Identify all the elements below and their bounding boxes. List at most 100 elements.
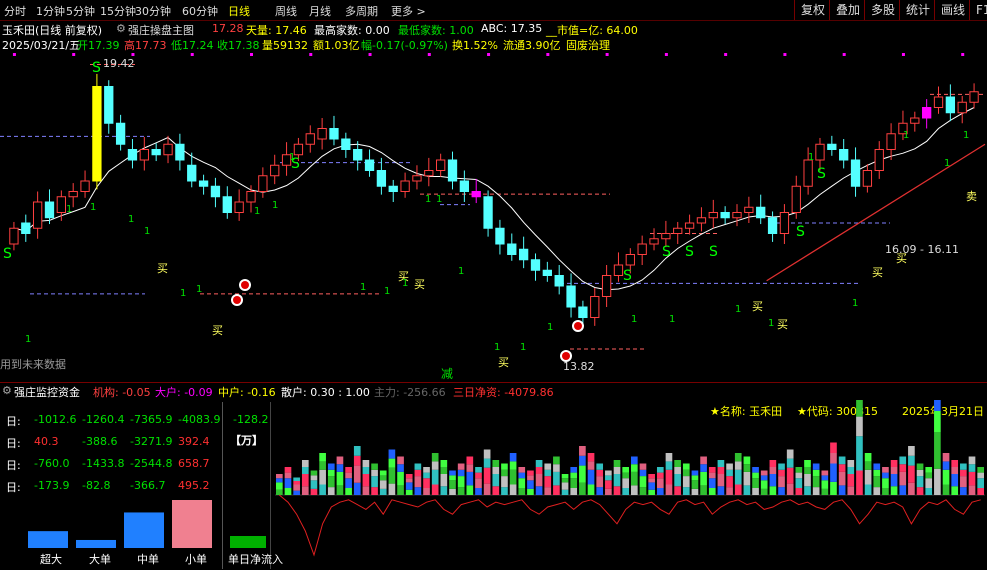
flow-stack xyxy=(440,467,448,474)
flow-stack xyxy=(509,469,517,485)
f10-button[interactable]: F10 xyxy=(969,0,987,20)
flow-stack xyxy=(830,463,837,482)
tianliang-value: 天量: 17.46 xyxy=(246,24,307,37)
flow-bar xyxy=(76,539,116,548)
flow-stack xyxy=(648,489,655,495)
flow-stack xyxy=(856,400,863,417)
buy-circle-inner xyxy=(562,352,570,360)
candle-body xyxy=(910,117,920,124)
flow-stack xyxy=(613,474,621,487)
flow-stack xyxy=(795,478,803,488)
flow-stack xyxy=(977,472,984,479)
candle-body xyxy=(400,180,410,192)
flow-stack xyxy=(475,467,482,473)
count-mark: 1 xyxy=(144,226,150,237)
flow-stack xyxy=(977,488,984,495)
candle-body xyxy=(187,164,197,182)
flow-stack xyxy=(717,486,725,495)
flow-stack xyxy=(353,446,361,456)
flow-stack xyxy=(449,475,456,481)
candlestick-chart[interactable]: 19.4213.8216.09 - 16.11减SSSSSS S SS买买买买买买买… xyxy=(0,50,987,380)
flow-stack xyxy=(882,467,889,473)
period-tab-4[interactable]: 30分钟 xyxy=(135,3,171,19)
candle-body xyxy=(198,180,209,187)
candle-body xyxy=(696,217,707,224)
count-mark: 1 xyxy=(25,334,31,345)
count-mark: 1 xyxy=(66,204,72,215)
flow-stack xyxy=(405,474,413,479)
flow-stack xyxy=(492,474,500,487)
indicator-name[interactable]: 强庄操盘主图 xyxy=(128,22,194,38)
buy-mark: 买 xyxy=(414,278,425,291)
flow-stack xyxy=(544,487,552,495)
flow-stack xyxy=(587,484,595,495)
flow-stack xyxy=(353,465,361,483)
period-tab-2[interactable]: 5分钟 xyxy=(66,3,95,19)
period-tab-1[interactable]: 1分钟 xyxy=(36,3,65,19)
flow-stack xyxy=(968,485,976,495)
indicator-gear-icon[interactable]: ⚙ xyxy=(116,22,126,35)
flow-stack xyxy=(847,474,855,487)
flow-stack xyxy=(449,488,456,495)
stock-title[interactable]: 玉禾田(日线 前复权) xyxy=(2,22,102,38)
flow-stack xyxy=(925,478,933,488)
period-tab-0[interactable]: 分时 xyxy=(4,3,26,19)
period-tab-5[interactable]: 60分钟 xyxy=(182,3,218,19)
sub-indicator-name[interactable]: 强庄监控资金 xyxy=(14,384,80,400)
candle-body xyxy=(222,196,232,213)
period-tab-10[interactable]: 更多 > xyxy=(391,3,426,19)
flow-stack xyxy=(527,475,534,481)
flow-stack xyxy=(760,475,768,481)
flow-stack xyxy=(284,472,292,479)
flow-stack xyxy=(553,456,560,465)
restore-rights-button[interactable]: 复权 xyxy=(794,0,831,20)
candle-body xyxy=(210,185,221,198)
period-tab-3[interactable]: 15分钟 xyxy=(100,3,136,19)
period-tab-8[interactable]: 月线 xyxy=(309,3,331,19)
flow-stack xyxy=(492,467,500,474)
flow-stack xyxy=(812,476,820,488)
candle-body xyxy=(637,243,647,255)
flow-stack xyxy=(518,488,526,495)
flow-stack xyxy=(319,469,326,485)
flow-stack xyxy=(362,474,370,487)
multi-stock-button[interactable]: 多股 xyxy=(864,0,901,20)
jigou-value: 机构: -0.05 xyxy=(93,386,151,399)
flow-stack xyxy=(501,469,508,477)
flow-stack xyxy=(717,474,725,487)
count-mark: 1 xyxy=(254,206,260,217)
candle-body xyxy=(554,275,564,287)
flow-stack xyxy=(648,474,655,479)
flow-stack xyxy=(908,465,915,483)
period-tab-7[interactable]: 周线 xyxy=(275,3,297,19)
statistics-button[interactable]: 统计 xyxy=(899,0,936,20)
candle-body xyxy=(80,180,90,192)
flow-stack xyxy=(691,488,699,495)
flow-stack xyxy=(345,467,352,473)
flow-stack xyxy=(570,478,578,488)
overlay-button[interactable]: 叠加 xyxy=(829,0,866,20)
flow-stack xyxy=(345,472,352,479)
flow-stack xyxy=(830,442,837,453)
flow-stack xyxy=(527,480,534,489)
bar-label-small: 小单 xyxy=(185,553,207,566)
flow-stack xyxy=(899,485,907,495)
flow-stack xyxy=(700,464,707,472)
flow-stack xyxy=(890,474,898,487)
flow-stack xyxy=(812,487,820,495)
draw-line-button[interactable]: 画线 xyxy=(934,0,971,20)
flow-stack xyxy=(665,461,673,470)
period-tab-9[interactable]: 多周期 xyxy=(345,3,378,19)
flow-stack xyxy=(916,487,924,495)
flow-stack xyxy=(276,489,283,495)
flow-stack xyxy=(734,461,742,470)
flow-stack xyxy=(596,487,604,495)
period-tab-6[interactable]: 日线 xyxy=(228,3,250,19)
signal-dot xyxy=(664,53,668,56)
sub-gear-icon[interactable]: ⚙ xyxy=(2,384,12,397)
signal-dot xyxy=(487,53,491,56)
flow-stack xyxy=(830,453,837,464)
flow-stack xyxy=(587,469,595,485)
flow-stack xyxy=(276,478,283,483)
flow-stack xyxy=(466,456,474,465)
